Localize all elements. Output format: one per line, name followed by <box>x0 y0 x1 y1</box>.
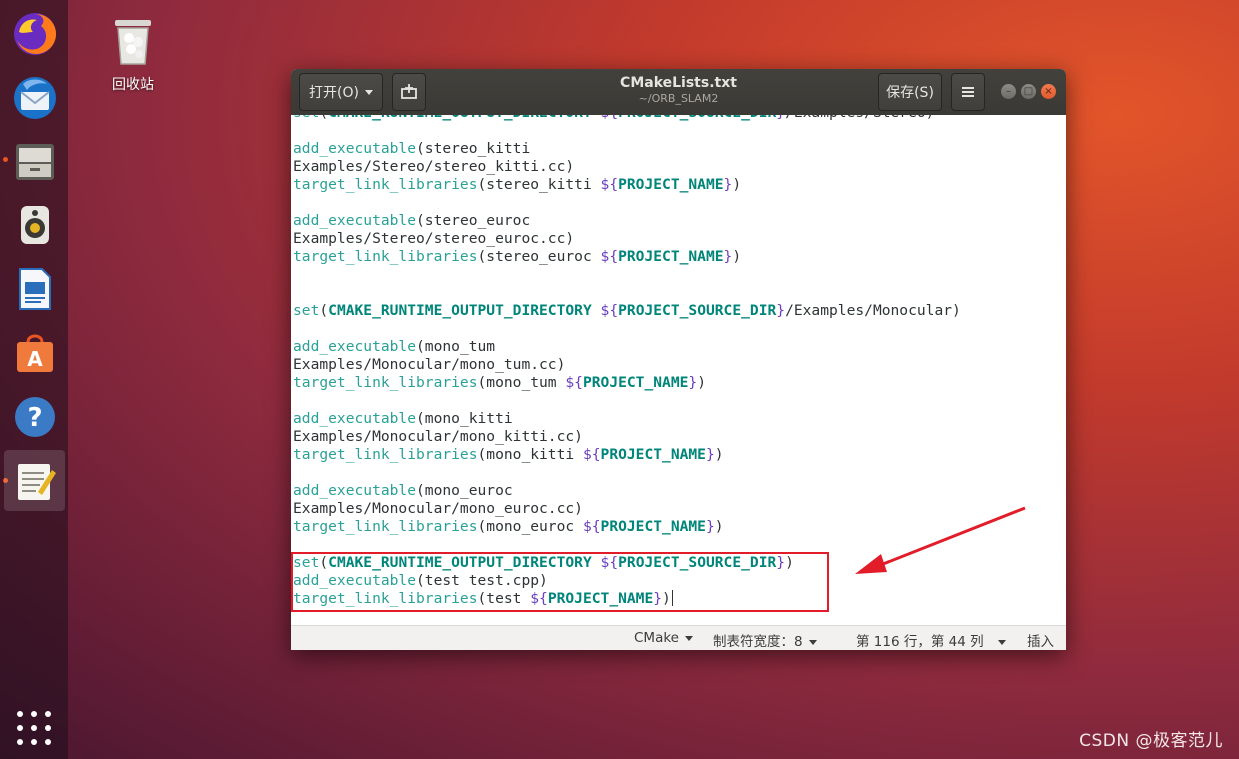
minimize-icon: – <box>1006 85 1011 97</box>
svg-text:A: A <box>27 347 43 371</box>
watermark: CSDN @极客范儿 <box>1079 731 1223 751</box>
maximize-button[interactable]: □ <box>1021 84 1036 99</box>
grid-icon[interactable] <box>16 710 52 746</box>
code-line: add_executable(stereo_euroc <box>293 212 531 229</box>
window-title-area: CMakeLists.txt ~/ORB_SLAM2 <box>531 74 826 106</box>
svg-text:?: ? <box>27 403 42 433</box>
header-bar: 打开(O) CMakeLists.txt ~/ORB_SLAM2 保存(S) – <box>291 69 1066 116</box>
dock-item-writer[interactable] <box>4 258 65 319</box>
new-document-button[interactable] <box>392 73 426 111</box>
tab-width-label: 制表符宽度：8 <box>713 634 803 650</box>
new-document-icon <box>401 84 417 99</box>
code-line: ​ <box>293 194 961 212</box>
code-line: ​ <box>293 392 961 410</box>
chevron-down-icon <box>685 635 693 641</box>
maximize-icon: □ <box>1023 85 1034 97</box>
cursor-position-label: 第 116 行，第 44 列 <box>856 634 984 650</box>
launcher-dock: A ? <box>0 0 68 759</box>
dock-item-thunderbird[interactable] <box>4 67 65 128</box>
chevron-down-icon <box>997 639 1006 645</box>
code-line: Examples/Monocular/mono_kitti.cc) <box>293 428 583 445</box>
chevron-down-icon <box>808 639 817 645</box>
save-button[interactable]: 保存(S) <box>878 73 942 111</box>
open-button[interactable]: 打开(O) <box>299 73 383 111</box>
document-icon <box>18 267 51 310</box>
chevron-down-icon <box>364 89 373 95</box>
thunderbird-icon <box>13 76 56 119</box>
arrow-annotation <box>855 506 1026 574</box>
code-line: target_link_libraries(stereo_kitti ${PRO… <box>293 176 742 193</box>
status-bar: CMake 制表符宽度：8 第 116 行，第 44 列 插入 <box>291 625 1066 650</box>
menu-button[interactable] <box>951 73 985 111</box>
dock-item-text-editor[interactable] <box>4 450 65 511</box>
code-line: Examples/Monocular/mono_tum.cc) <box>293 356 566 373</box>
tab-width-selector[interactable]: 制表符宽度：8 <box>713 630 817 650</box>
dock-item-firefox[interactable] <box>4 3 65 64</box>
trash-label: 回收站 <box>112 77 154 93</box>
window-title: CMakeLists.txt <box>620 75 737 91</box>
firefox-icon <box>13 12 56 55</box>
code-line: ​ <box>293 320 961 338</box>
code-line: Examples/Stereo/stereo_euroc.cc) <box>293 230 575 247</box>
code-line: ​ <box>293 284 961 302</box>
shopping-bag-icon: A <box>16 334 53 372</box>
close-button[interactable]: × <box>1041 84 1056 99</box>
code-line: ​ <box>293 266 961 284</box>
code-line: ​ <box>293 122 961 140</box>
code-line: add_executable(stereo_kitti <box>293 140 531 157</box>
code-line: set(CMAKE_RUNTIME_OUTPUT_DIRECTORY ${PRO… <box>293 302 961 319</box>
open-label: 打开(O) <box>309 85 359 101</box>
speaker-icon <box>20 205 49 244</box>
text-editor-icon <box>17 463 56 500</box>
help-icon: ? <box>14 396 55 437</box>
insert-mode-label: 插入 <box>1027 634 1054 650</box>
dock-item-help[interactable]: ? <box>4 386 65 447</box>
code-line: target_link_libraries(mono_tum ${PROJECT… <box>293 374 706 391</box>
code-line: add_executable(mono_euroc <box>293 482 513 499</box>
close-icon: × <box>1044 85 1053 97</box>
code-line: add_executable(mono_tum <box>293 338 496 355</box>
save-label: 保存(S) <box>886 85 934 101</box>
cursor-position-selector[interactable]: 第 116 行，第 44 列 <box>856 630 1006 650</box>
code-line: Examples/Stereo/stereo_kitti.cc) <box>293 158 575 175</box>
code-line: target_link_libraries(mono_kitti ${PROJE… <box>293 446 724 463</box>
code-line: set(CMAKE_RUNTIME_OUTPUT_DIRECTORY ${PRO… <box>293 115 961 122</box>
file-cabinet-icon <box>15 143 54 180</box>
language-label: CMake <box>634 630 679 646</box>
code-line: target_link_libraries(stereo_euroc ${PRO… <box>293 248 742 265</box>
code-line: add_executable(mono_kitti <box>293 410 513 427</box>
minimize-button[interactable]: – <box>1001 84 1016 99</box>
highlight-box <box>291 552 829 612</box>
desktop-trash[interactable]: 回收站 <box>100 16 166 94</box>
language-selector[interactable]: CMake <box>634 630 693 646</box>
dock-item-software[interactable]: A <box>4 322 65 383</box>
hamburger-icon <box>962 87 974 97</box>
window-subtitle: ~/ORB_SLAM2 <box>638 92 719 105</box>
code-line: ​ <box>293 464 961 482</box>
dock-item-rhythmbox[interactable] <box>4 194 65 255</box>
trash-icon <box>115 20 151 65</box>
dock-item-files[interactable] <box>4 130 65 191</box>
